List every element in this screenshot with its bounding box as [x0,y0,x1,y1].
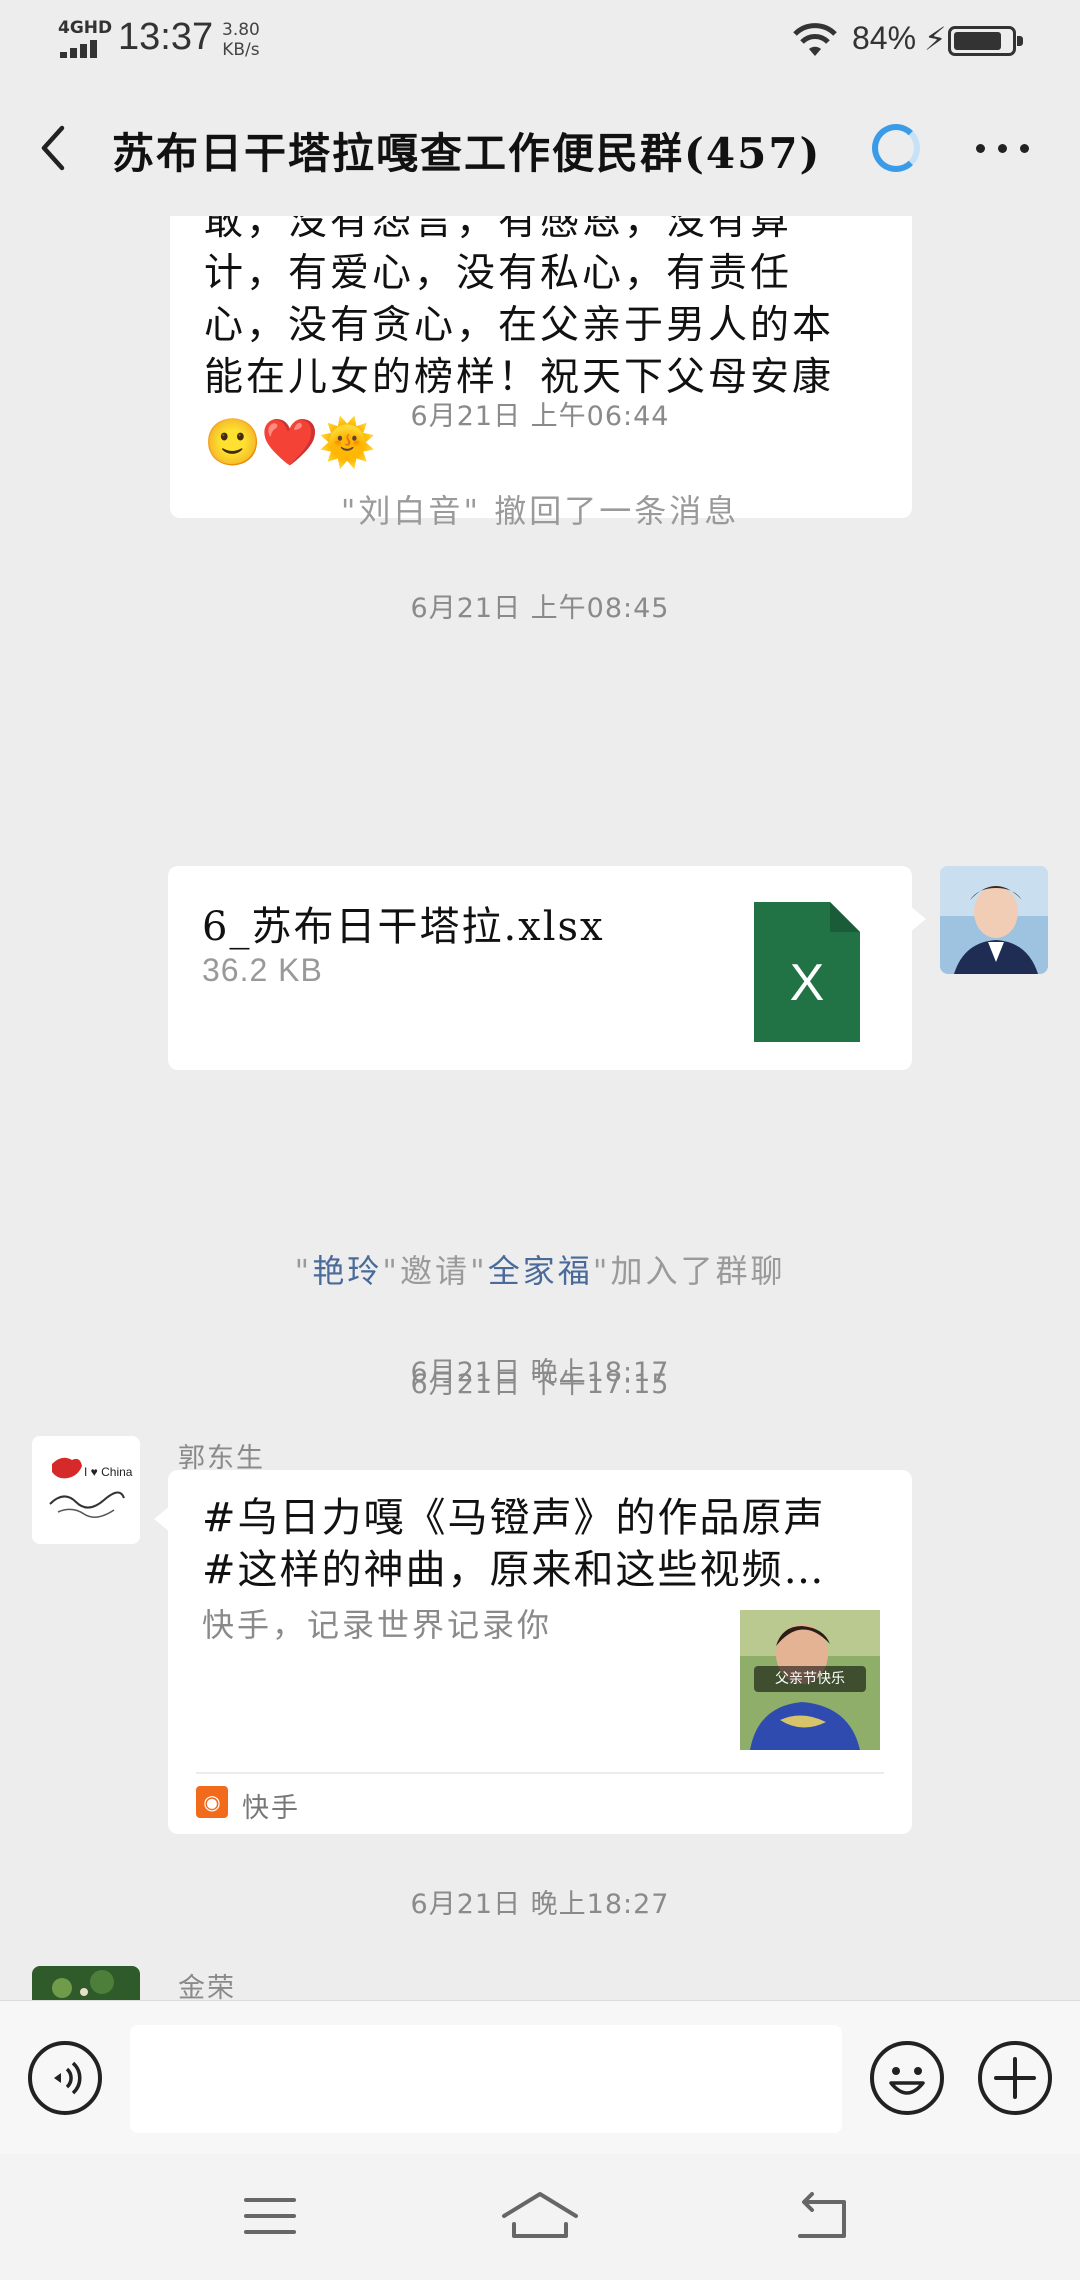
link-title-line: #这样的神曲，原来和这些视频… [202,1547,826,1593]
excel-file-icon: X [754,902,860,1042]
smiley-icon [889,2067,925,2095]
link-card-message[interactable]: #乌日力嘎《马镫声》的作品原声 #这样的神曲，原来和这些视频… 快手，记录世界记… [154,1470,912,1834]
user-avatar-image [940,866,1048,974]
battery-fill [954,32,1002,50]
voice-input-button[interactable] [28,2041,102,2115]
sender-avatar-image [32,1966,140,2000]
back-nav-icon[interactable] [792,2192,852,2242]
emoji-button[interactable] [870,2041,944,2115]
speed-value: 3.80 [222,20,260,40]
timestamp: 6月21日 上午06:44 [410,401,670,432]
kuaishou-icon: ◉ [196,1786,228,1818]
charging-icon: ⚡ [924,20,947,58]
divider [196,1772,884,1774]
message-line: 敢，没有怨言，有感恩，没有算 [204,216,793,244]
text-message-bubble[interactable]: 敢，没有怨言，有感恩，没有算 计，有爱心，没有私心，有责任 心，没有贪心，在父亲… [170,216,912,518]
invite-text: "加入了群聊 [592,1252,786,1290]
sender-name: 金荣 [178,1973,236,2000]
chat-title: 苏布日干塔拉嘎查工作便民群(457) [112,129,822,178]
status-bar: 4GHD 13:37 3.80 KB/s 84% ⚡ [0,0,1080,80]
signal-icon [60,38,104,58]
network-type: 4GHD [58,18,113,38]
file-message-bubble[interactable]: 6_苏布日干塔拉.xlsx 36.2 KB X [168,866,926,1070]
menu-nav-icon[interactable] [244,2194,300,2240]
battery-icon [948,26,1023,56]
chat-header: 苏布日干塔拉嘎查工作便民群(457) [0,80,1080,216]
message-line: 计，有爱心，没有私心，有责任 [204,251,793,296]
voice-icon [54,2061,82,2095]
svg-text:I ♥ China: I ♥ China [84,1465,133,1479]
battery-percent: 84% [852,20,917,56]
more-functions-button[interactable] [978,2041,1052,2115]
thumbnail-caption: 父亲节快乐 [754,1666,866,1692]
message-text: 敢，没有怨言，有感恩，没有算 计，有爱心，没有私心，有责任 心，没有贪心，在父亲… [204,216,878,404]
sender-avatar-image: I ♥ China [32,1436,140,1544]
message-input[interactable] [130,2025,842,2133]
avatar[interactable]: I ♥ China [32,1436,140,1544]
loading-spinner-icon [872,124,920,172]
invite-text: "邀请" [382,1252,488,1290]
timestamp: 6月21日 晚上18:17 [410,1357,670,1388]
timestamp: 6月21日 上午08:45 [410,593,670,624]
plus-icon [994,2057,1036,2099]
link-title-line: #乌日力嘎《马镫声》的作品原声 [202,1495,826,1541]
file-size: 36.2 KB [202,952,323,988]
file-name: 6_苏布日干塔拉.xlsx [202,904,605,950]
excel-icon-letter: X [790,954,825,1012]
link-thumbnail: 父亲节快乐 [740,1610,880,1750]
avatar[interactable] [32,1966,140,2000]
speed-unit: KB/s [222,40,260,60]
home-nav-icon[interactable] [500,2190,580,2242]
message-input-bar [0,2000,1080,2154]
link-description: 快手，记录世界记录你 [202,1606,553,1644]
chat-messages[interactable]: 敢，没有怨言，有感恩，没有算 计，有爱心，没有私心，有责任 心，没有贪心，在父亲… [0,216,1080,2000]
more-options-icon[interactable] [976,144,1032,154]
invite-notice: "艳玲"邀请"全家福"加入了群聊 [0,1246,1080,1292]
back-arrow-icon[interactable] [34,122,74,174]
clock: 13:37 [118,16,214,58]
inviter-link[interactable]: 艳玲 [312,1252,382,1290]
invite-text: " [294,1252,313,1290]
message-line: 心，没有贪心，在父亲于男人的本 [204,303,835,348]
wifi-icon [793,23,837,56]
system-navigation-bar [0,2154,1080,2280]
source-app-name: 快手 [242,1793,300,1824]
avatar[interactable] [940,866,1048,974]
network-speed: 3.80 KB/s [222,20,260,60]
recall-notice: "刘白音" 撤回了一条消息 [340,492,740,530]
link-title: #乌日力嘎《马镫声》的作品原声 #这样的神曲，原来和这些视频… [202,1492,882,1596]
timestamp: 6月21日 晚上18:27 [410,1889,670,1920]
invitee-link[interactable]: 全家福 [488,1252,593,1290]
